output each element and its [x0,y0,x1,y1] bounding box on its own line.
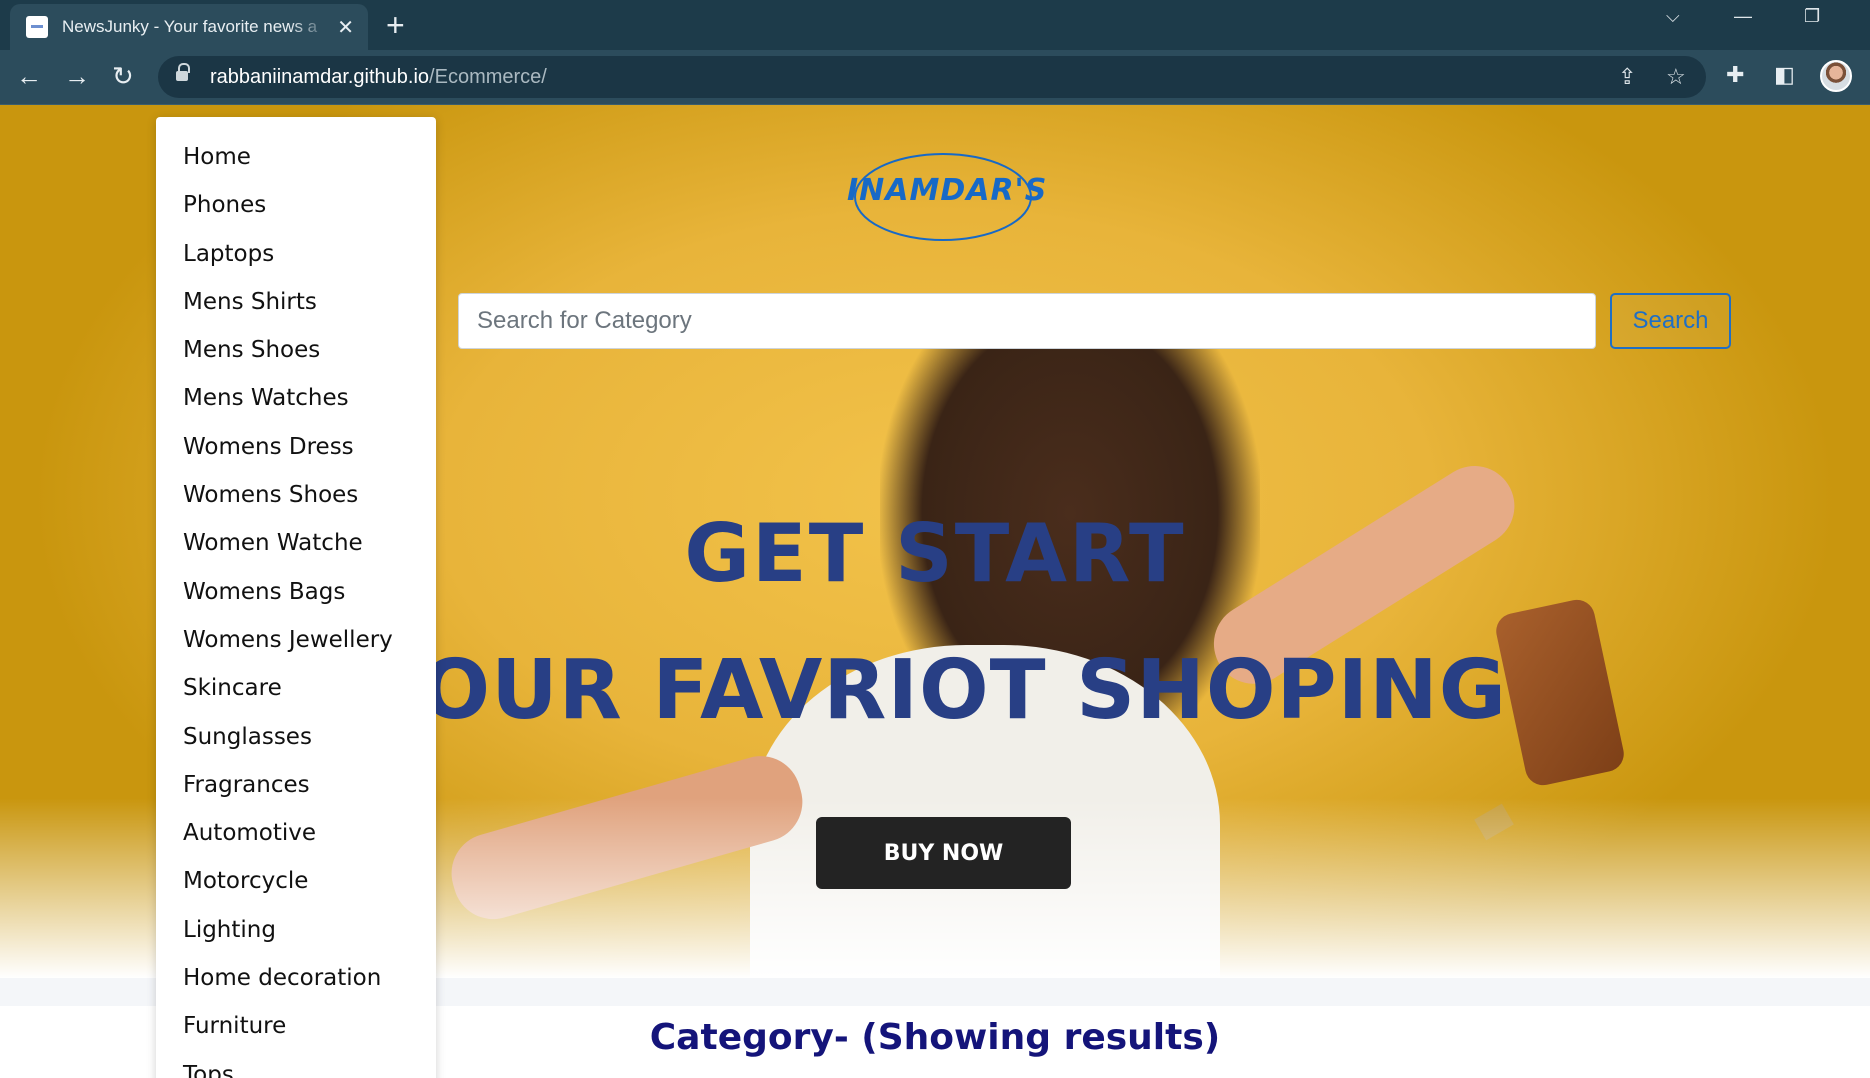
menu-item-home[interactable]: Home [156,133,436,181]
menu-item-womens-shoes[interactable]: Womens Shoes [156,471,436,519]
chevron-down-icon[interactable]: ⌵ [1666,6,1680,27]
menu-item-womens-dress[interactable]: Womens Dress [156,423,436,471]
lock-icon[interactable] [176,63,190,81]
menu-item-furniture[interactable]: Furniture [156,1002,436,1050]
brand-logo[interactable]: INAMDAR'S [847,151,1048,243]
menu-item-skincare[interactable]: Skincare [156,664,436,712]
browser-tab-bar: NewsJunky - Your favorite news a ✕ + ⌵ —… [0,0,1870,50]
menu-item-mens-shoes[interactable]: Mens Shoes [156,326,436,374]
menu-item-women-watche[interactable]: Women Watche [156,519,436,567]
browser-toolbar: ← → ↻ rabbaniinamdar.github.io/Ecommerce… [0,50,1870,105]
url-text[interactable]: rabbaniinamdar.github.io/Ecommerce/ [210,66,547,89]
forward-arrow-icon[interactable]: → [64,62,90,90]
buy-now-button[interactable]: BUY NOW [816,817,1071,889]
menu-item-sunglasses[interactable]: Sunglasses [156,713,436,761]
menu-item-fragrances[interactable]: Fragrances [156,761,436,809]
tab-title: NewsJunky - Your favorite news a [62,17,318,36]
menu-item-tops[interactable]: Tops [156,1051,436,1078]
menu-item-mens-watches[interactable]: Mens Watches [156,374,436,422]
menu-item-laptops[interactable]: Laptops [156,230,436,278]
minimize-icon[interactable]: — [1734,6,1752,27]
address-bar[interactable]: rabbaniinamdar.github.io/Ecommerce/ ⇪ ☆ [158,56,1706,98]
profile-avatar[interactable] [1820,60,1852,92]
category-search-input[interactable] [458,293,1596,349]
page-viewport: INAMDAR'S Search GET START YOUR FAVRIOT … [0,105,1870,1078]
back-arrow-icon[interactable]: ← [16,62,42,90]
menu-item-phones[interactable]: Phones [156,181,436,229]
category-dropdown-menu: Home Phones Laptops Mens Shirts Mens Sho… [156,117,436,1078]
side-panel-icon[interactable]: ◧ [1774,62,1795,88]
browser-tab[interactable]: NewsJunky - Your favorite news a ✕ [10,4,368,50]
menu-item-mens-shirts[interactable]: Mens Shirts [156,278,436,326]
menu-item-motorcycle[interactable]: Motorcycle [156,857,436,905]
menu-item-home-decoration[interactable]: Home decoration [156,954,436,1002]
share-icon[interactable]: ⇪ [1618,64,1636,90]
logo-text: INAMDAR'S [847,173,1048,208]
close-icon[interactable]: ✕ [337,15,354,40]
menu-item-womens-jewellery[interactable]: Womens Jewellery [156,616,436,664]
page-favicon-icon [26,16,48,38]
search-button[interactable]: Search [1610,293,1731,349]
reload-icon[interactable]: ↻ [112,62,134,90]
star-icon[interactable]: ☆ [1666,64,1686,90]
extensions-puzzle-icon[interactable]: ✚ [1726,62,1744,88]
plus-icon[interactable]: + [386,8,405,42]
menu-item-lighting[interactable]: Lighting [156,906,436,954]
menu-item-automotive[interactable]: Automotive [156,809,436,857]
menu-item-womens-bags[interactable]: Womens Bags [156,568,436,616]
restore-icon[interactable]: ❐ [1804,6,1820,27]
